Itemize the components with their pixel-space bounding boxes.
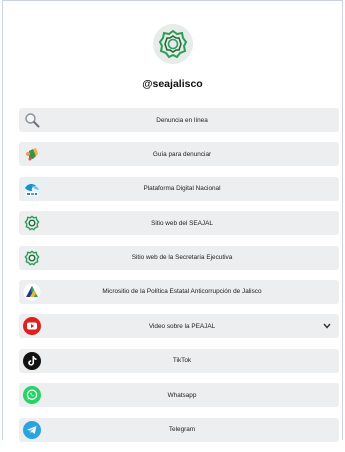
link-plataforma-digital-nacional[interactable]: Plataforma Digital Nacional [19,176,339,201]
pointing-hand-icon [22,144,42,164]
link-video-peajal[interactable]: Video sobre la PEAJAL [19,314,339,339]
telegram-icon [22,420,42,440]
profile-header: @seajalisco [0,0,345,100]
pea-logo-icon [22,282,42,302]
link-micrositio-pea[interactable]: Micrositio de la Política Estatal Antico… [19,279,339,304]
link-label: Video sobre la PEAJAL [148,322,216,330]
seajal-logo-icon [153,24,193,64]
link-label: TikTok [172,357,192,365]
link-whatsapp[interactable]: Whatsapp [19,383,339,408]
youtube-icon [22,316,42,336]
link-guia-para-denunciar[interactable]: Guía para denunciar [19,142,339,167]
link-label: Sitio web del SEAJAL [151,219,213,227]
profile-handle: @seajalisco [142,78,203,90]
link-list: Denuncia en línea Guía para denunciar Pl… [19,108,339,452]
seajal-logo-icon [22,248,42,268]
pdn-logo-icon [22,179,42,199]
chevron-down-icon[interactable] [322,321,332,331]
link-sitio-web-secretaria-ejecutiva[interactable]: Sitio web de la Secretaría Ejecutiva [19,245,339,270]
link-label: Sitio web de la Secretaría Ejecutiva [131,254,233,262]
magnifier-icon [22,110,42,130]
link-label: Telegram [168,426,196,434]
link-denuncia-en-linea[interactable]: Denuncia en línea [19,108,339,132]
link-label: Guía para denunciar [152,150,212,158]
link-label: Whatsapp [167,391,197,399]
link-tiktok[interactable]: TikTok [19,348,339,373]
link-label: Denuncia en línea [156,116,208,124]
link-label: Plataforma Digital Nacional [143,185,221,193]
seajal-logo-icon [22,213,42,233]
link-label: Micrositio de la Política Estatal Antico… [102,288,262,296]
tiktok-icon [22,351,42,371]
link-sitio-web-seajal[interactable]: Sitio web del SEAJAL [19,211,339,236]
whatsapp-icon [22,385,42,405]
link-telegram[interactable]: Telegram [19,417,339,442]
